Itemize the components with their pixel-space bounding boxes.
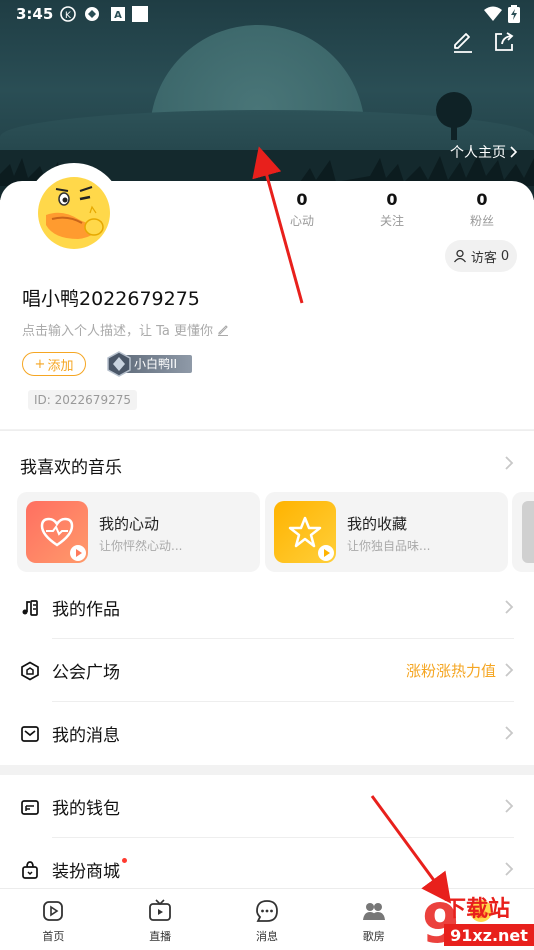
nav-karaoke-room-label: 歌房 xyxy=(362,930,385,943)
edit-icon[interactable] xyxy=(451,30,475,54)
banner-tree-trunk xyxy=(451,120,457,140)
my-heartbeat-card[interactable]: 我的心动 让你怦然心动... xyxy=(17,492,260,572)
plus-icon: + xyxy=(34,356,46,372)
my-heartbeat-subtitle: 让你怦然心动... xyxy=(99,539,183,553)
menu-label-my-works: 我的作品 xyxy=(52,600,120,620)
square-icon xyxy=(132,6,148,22)
chevron-right-icon xyxy=(505,726,514,740)
watermark-bottom: 91xz.net xyxy=(450,926,528,945)
wallet-icon xyxy=(21,799,39,815)
nav-home-label: 首页 xyxy=(42,930,65,943)
stat-likes[interactable]: 0 心动 xyxy=(257,190,347,229)
star-icon xyxy=(274,501,336,563)
pencil-icon xyxy=(218,324,229,336)
a-icon: A xyxy=(111,7,125,21)
bio-field[interactable]: 点击输入个人描述，让 Ta 更懂你 xyxy=(22,320,229,339)
menu-label-dressup-shop: 装扮商城 xyxy=(52,862,120,882)
personal-homepage-label: 个人主页 xyxy=(450,145,506,161)
avatar[interactable] xyxy=(26,163,122,259)
level-hexagon-icon xyxy=(107,351,131,377)
home-play-icon xyxy=(43,901,64,921)
chevron-right-icon[interactable] xyxy=(504,456,514,470)
my-collection-card[interactable]: 我的收藏 让你独自品味... xyxy=(265,492,508,572)
svg-text:A: A xyxy=(114,10,122,21)
menu-label-my-messages: 我的消息 xyxy=(52,726,120,746)
visitor-count: 0 xyxy=(500,248,510,264)
chevron-right-icon xyxy=(510,146,518,158)
my-heartbeat-title: 我的心动 xyxy=(99,515,160,533)
shop-icon xyxy=(22,860,38,879)
menu-label-guild-plaza: 公会广场 xyxy=(52,663,120,683)
chevron-right-icon xyxy=(505,663,514,677)
status-time: 3:45 xyxy=(16,5,54,23)
guild-plaza-promo: 涨粉涨热力值 xyxy=(405,662,496,680)
profile-stats: 0 心动 0 关注 0 粉丝 xyxy=(257,190,527,229)
menu-group-main: 我的作品 公会广场 涨粉涨热力值 我的消息 xyxy=(0,576,534,765)
visitor-button[interactable]: 访客 0 xyxy=(445,240,517,272)
battery-icon xyxy=(508,5,520,23)
user-id: ID: 2022679275 xyxy=(28,390,137,410)
level-badge[interactable]: 小白鸭II xyxy=(106,351,192,377)
stat-followers[interactable]: 0 粉丝 xyxy=(437,190,527,229)
chat-icon xyxy=(256,900,278,922)
personal-homepage-link[interactable]: 个人主页 xyxy=(450,142,518,162)
guild-icon xyxy=(21,661,39,680)
bio-placeholder: 点击输入个人描述，让 Ta 更懂你 xyxy=(22,324,214,339)
status-bar: 3:45 K A xyxy=(0,0,534,28)
stat-following-value: 0 xyxy=(386,190,398,209)
stat-likes-value: 0 xyxy=(296,190,308,209)
menu-item-my-works[interactable]: 我的作品 xyxy=(0,576,534,639)
notification-dot xyxy=(122,858,127,863)
add-tag-label: 添加 xyxy=(47,358,74,374)
chevron-right-icon xyxy=(505,799,514,813)
chevron-right-icon xyxy=(505,862,514,876)
sync-icon xyxy=(85,7,99,21)
watermark-top: 下载站 xyxy=(444,896,510,922)
duck-avatar-image xyxy=(32,169,116,253)
level-label: 小白鸭II xyxy=(134,357,178,371)
menu-label-my-wallet: 我的钱包 xyxy=(52,799,120,819)
nav-live[interactable]: 直播 xyxy=(107,889,214,950)
nav-messages-label: 消息 xyxy=(255,930,278,943)
favorite-music-section: 我喜欢的音乐 我的心动 让你怦然心动... 我的收藏 让你独自品味... xyxy=(0,430,534,580)
username: 唱小鸭2022679275 xyxy=(22,288,200,310)
wifi-icon xyxy=(484,6,502,21)
menu-group-secondary: 我的钱包 装扮商城 xyxy=(0,775,534,888)
nav-karaoke-room[interactable]: 歌房 xyxy=(320,889,427,950)
stat-likes-label: 心动 xyxy=(289,214,314,228)
nav-home[interactable]: 首页 xyxy=(0,889,107,950)
tv-icon xyxy=(149,899,172,921)
music-note-icon xyxy=(22,599,38,616)
next-music-card-partial[interactable] xyxy=(512,492,534,572)
my-collection-title: 我的收藏 xyxy=(347,515,408,533)
share-icon[interactable] xyxy=(492,30,516,54)
chevron-right-icon xyxy=(505,600,514,614)
menu-item-dressup-shop[interactable]: 装扮商城 xyxy=(0,838,534,888)
menu-item-guild-plaza[interactable]: 公会广场 涨粉涨热力值 xyxy=(0,639,534,702)
add-tag-button[interactable]: + 添加 xyxy=(22,352,86,376)
menu-item-my-messages[interactable]: 我的消息 xyxy=(0,702,534,765)
stat-following[interactable]: 0 关注 xyxy=(347,190,437,229)
visitor-person-icon xyxy=(453,249,466,263)
play-icon xyxy=(318,545,334,561)
visitor-label: 访客 xyxy=(470,250,497,266)
nav-live-label: 直播 xyxy=(149,930,172,943)
stat-following-label: 关注 xyxy=(379,214,404,228)
k-icon: K xyxy=(60,6,76,22)
my-collection-subtitle: 让你独自品味... xyxy=(347,539,431,553)
heartbeat-icon xyxy=(26,501,88,563)
nav-messages[interactable]: 消息 xyxy=(214,889,321,950)
favorite-music-title[interactable]: 我喜欢的音乐 xyxy=(20,453,122,478)
stat-followers-value: 0 xyxy=(476,190,488,209)
menu-item-my-wallet[interactable]: 我的钱包 xyxy=(0,775,534,838)
site-watermark: 9 下载站 91xz.net xyxy=(422,892,534,950)
group-icon xyxy=(362,903,385,920)
stat-followers-label: 粉丝 xyxy=(469,214,494,228)
duck-face-icon xyxy=(38,177,110,249)
message-icon xyxy=(21,725,39,742)
play-icon xyxy=(70,545,86,561)
